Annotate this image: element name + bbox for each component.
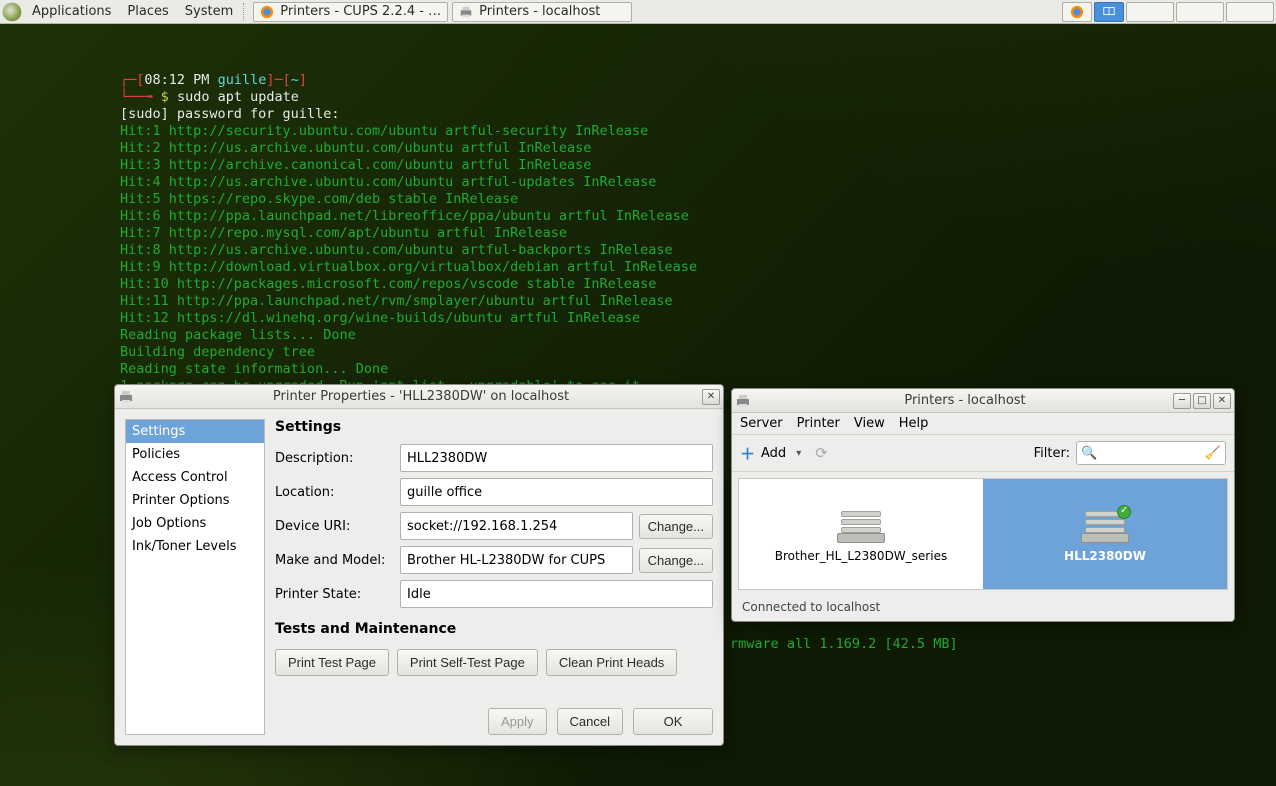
window-title: Printer Properties - 'HLL2380DW' on loca… (140, 389, 702, 404)
titlebar[interactable]: Printer Properties - 'HLL2380DW' on loca… (115, 385, 723, 409)
location-field[interactable]: guille office (400, 478, 713, 506)
task-cups[interactable]: Printers - CUPS 2.2.4 - … (253, 2, 448, 22)
panel-separator (243, 3, 247, 21)
menu-printer[interactable]: Printer (797, 416, 840, 431)
window-title: Printers - localhost (757, 393, 1173, 408)
print-test-page-button[interactable]: Print Test Page (275, 649, 389, 676)
printer-icon (1081, 505, 1129, 545)
tray-blank-3[interactable] (1226, 2, 1274, 22)
panel-menu-applications[interactable]: Applications (24, 4, 119, 19)
model-label: Make and Model: (275, 553, 400, 568)
search-icon: 🔍 (1081, 446, 1097, 461)
printer-icon (459, 5, 473, 19)
printer-label: HLL2380DW (1064, 549, 1146, 563)
close-button[interactable]: ✕ (1213, 393, 1231, 409)
firefox-icon (260, 5, 274, 19)
ok-badge-icon (1117, 505, 1131, 519)
ok-button[interactable]: OK (633, 708, 713, 735)
cat-job-options[interactable]: Job Options (126, 512, 264, 535)
state-field: Idle (400, 580, 713, 608)
task-printers[interactable]: Printers - localhost (452, 2, 632, 22)
tray-blank-2[interactable] (1176, 2, 1224, 22)
printer-grid: Brother_HL_L2380DW_series HLL2380DW (738, 478, 1228, 590)
titlebar[interactable]: Printers - localhost ─ □ ✕ (732, 389, 1234, 413)
location-label: Location: (275, 485, 400, 500)
status-bar: Connected to localhost (732, 596, 1234, 618)
cat-ink-levels[interactable]: Ink/Toner Levels (126, 535, 264, 558)
minimize-button[interactable]: ─ (1173, 393, 1191, 409)
printer-item-brother[interactable]: Brother_HL_L2380DW_series (739, 479, 983, 589)
tray-firefox[interactable] (1062, 2, 1092, 22)
printers-window: Printers - localhost ─ □ ✕ Server Printe… (731, 388, 1235, 622)
add-button[interactable]: Add (761, 446, 786, 461)
description-label: Description: (275, 451, 400, 466)
refresh-button[interactable]: ⟳ (815, 444, 828, 462)
device-field[interactable]: socket://192.168.1.254 (400, 512, 633, 540)
toolbar: ＋ Add ▾ ⟳ Filter: 🔍 🧹 (732, 435, 1234, 472)
clear-icon[interactable]: 🧹 (1205, 446, 1221, 461)
printer-label: Brother_HL_L2380DW_series (775, 549, 947, 563)
menu-help[interactable]: Help (899, 416, 929, 431)
task-cups-label: Printers - CUPS 2.2.4 - … (280, 4, 441, 19)
tray-workspace[interactable] (1094, 2, 1124, 22)
workspace-icon (1102, 5, 1116, 19)
task-printers-label: Printers - localhost (479, 4, 600, 19)
model-change-button[interactable]: Change... (639, 548, 713, 573)
cat-printer-options[interactable]: Printer Options (126, 489, 264, 512)
clean-heads-button[interactable]: Clean Print Heads (546, 649, 678, 676)
model-field[interactable]: Brother HL-L2380DW for CUPS (400, 546, 633, 574)
settings-heading: Settings (275, 419, 713, 435)
close-button[interactable]: ✕ (702, 389, 720, 405)
device-change-button[interactable]: Change... (639, 514, 713, 539)
plus-icon: ＋ (740, 443, 755, 464)
cat-policies[interactable]: Policies (126, 443, 264, 466)
firefox-icon (1070, 5, 1084, 19)
description-field[interactable]: HLL2380DW (400, 444, 713, 472)
panel-menu-places[interactable]: Places (119, 4, 176, 19)
printer-icon (735, 393, 751, 409)
top-panel: Applications Places System Printers - CU… (0, 0, 1276, 24)
cat-access[interactable]: Access Control (126, 466, 264, 489)
cat-settings[interactable]: Settings (126, 420, 264, 443)
menubar: Server Printer View Help (732, 413, 1234, 435)
print-self-test-button[interactable]: Print Self-Test Page (397, 649, 538, 676)
device-label: Device URI: (275, 519, 400, 534)
menu-view[interactable]: View (854, 416, 885, 431)
distro-logo[interactable] (0, 0, 24, 24)
apply-button[interactable]: Apply (488, 708, 547, 735)
maximize-button[interactable]: □ (1193, 393, 1211, 409)
printer-properties-window: Printer Properties - 'HLL2380DW' on loca… (114, 384, 724, 746)
menu-server[interactable]: Server (740, 416, 783, 431)
panel-menu-system[interactable]: System (177, 4, 241, 19)
state-label: Printer State: (275, 587, 400, 602)
tray (1062, 2, 1276, 22)
printer-item-hll2380dw[interactable]: HLL2380DW (983, 479, 1227, 589)
maint-heading: Tests and Maintenance (275, 621, 713, 637)
printer-icon (837, 505, 885, 545)
filter-label: Filter: (1034, 446, 1070, 461)
printer-icon (118, 389, 134, 405)
filter-input[interactable]: 🔍 🧹 (1076, 441, 1226, 465)
cancel-button[interactable]: Cancel (557, 708, 623, 735)
category-list[interactable]: Settings Policies Access Control Printer… (125, 419, 265, 735)
add-dropdown-arrow[interactable]: ▾ (792, 448, 805, 459)
tray-blank-1[interactable] (1126, 2, 1174, 22)
